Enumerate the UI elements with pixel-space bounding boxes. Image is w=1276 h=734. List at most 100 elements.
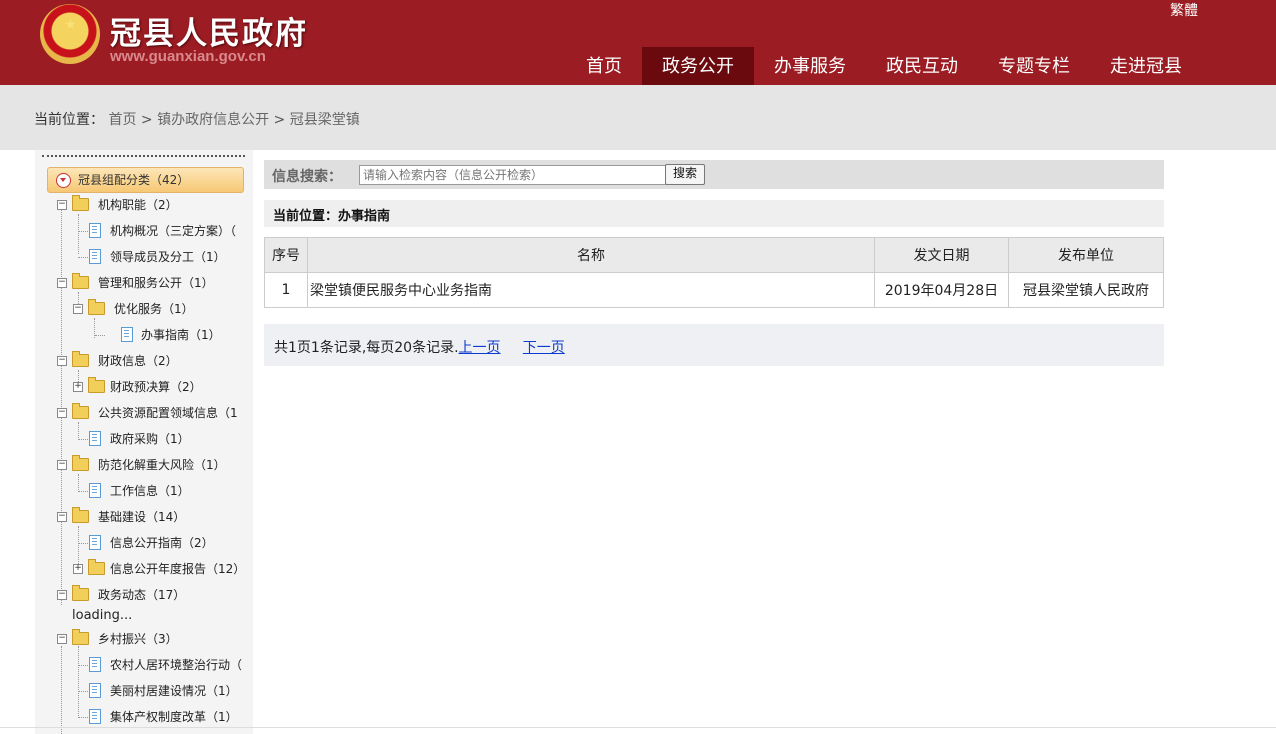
breadcrumb-town-info[interactable]: 镇办政府信息公开 [157, 112, 269, 128]
tree-node-label: 政务动态（17） [98, 588, 186, 602]
sidebar-divider [42, 155, 245, 157]
document-icon [89, 249, 101, 264]
next-page-link[interactable]: 下一页 [523, 340, 565, 356]
tree-line [78, 717, 88, 718]
nav-interaction[interactable]: 政民互动 [866, 47, 978, 85]
tree-line [95, 335, 105, 336]
nav-topics[interactable]: 专题专栏 [978, 47, 1090, 85]
document-icon [121, 327, 133, 342]
tree-node-risk-prevention[interactable]: − 防范化解重大风险（1） [57, 455, 247, 474]
cell-publisher: 冠县梁堂镇人民政府 [1008, 272, 1164, 308]
tree-node-infrastructure[interactable]: − 基础建设（14） [57, 507, 247, 526]
breadcrumb-home[interactable]: 首页 [108, 112, 136, 128]
cell-index: 1 [264, 272, 308, 308]
expand-toggle-icon[interactable]: + [73, 382, 83, 392]
tree-line [78, 691, 88, 692]
collapse-icon[interactable] [56, 173, 71, 188]
col-header-name: 名称 [307, 237, 875, 273]
expand-toggle-icon[interactable]: + [73, 564, 83, 574]
breadcrumb-bar: 当前位置： 首页 > 镇办政府信息公开 > 冠县梁堂镇 [0, 85, 1276, 150]
pagination: 共1页1条记录,每页20条记录.上一页 下一页 [264, 324, 1164, 366]
nav-services[interactable]: 办事服务 [754, 47, 866, 85]
tree-root-label: 冠县组配分类（42） [78, 173, 190, 187]
folder-icon [72, 195, 89, 211]
tree-node-service-guide[interactable]: 办事指南（1） [95, 326, 249, 344]
prev-page-link[interactable]: 上一页 [459, 340, 501, 356]
tree-line [78, 491, 88, 492]
collapse-toggle-icon[interactable]: − [57, 590, 67, 600]
main-nav: 首页 政务公开 办事服务 政民互动 专题专栏 走进冠县 [566, 47, 1202, 85]
loading-text: loading... [72, 608, 133, 623]
folder-icon [88, 559, 105, 575]
tree-node-public-resources[interactable]: − 公共资源配置领域信息（1 [57, 403, 247, 422]
folder-icon [88, 377, 105, 393]
site-header: ★ 冠县人民政府 www.guanxian.gov.cn 繁體 首页 政务公开 … [0, 0, 1276, 85]
tree-node-annual-report[interactable]: + 信息公开年度报告（12） [73, 559, 248, 578]
tree-line [78, 543, 88, 544]
national-emblem-icon: ★ [40, 4, 100, 64]
tree-node-label: 防范化解重大风险（1） [98, 458, 226, 472]
pagination-text: 共1页1条记录,每页20条记录.上一页 下一页 [274, 337, 565, 357]
tree-node-rural-revitalization[interactable]: − 乡村振兴（3） [57, 629, 247, 648]
tree-node-beautiful-village[interactable]: 美丽村居建设情况（1） [78, 682, 248, 700]
tree-node-label: 农村人居环境整治行动（ [110, 658, 243, 672]
search-button[interactable]: 搜索 [665, 164, 705, 185]
col-header-date: 发文日期 [874, 237, 1009, 273]
folder-icon [72, 351, 89, 367]
collapse-toggle-icon[interactable]: − [57, 408, 67, 418]
tree-node-org-function[interactable]: − 机构职能（2） [57, 195, 247, 214]
document-table: 序号 名称 发文日期 发布单位 1 梁堂镇便民服务中心业务指南 2019年04月… [264, 237, 1164, 308]
tree-node-label: 政府采购（1） [110, 432, 190, 446]
nav-about[interactable]: 走进冠县 [1090, 47, 1202, 85]
collapse-toggle-icon[interactable]: − [73, 304, 83, 314]
breadcrumb-sep: > [140, 112, 153, 128]
tree-node-label: 优化服务（1） [114, 302, 194, 316]
document-icon [89, 683, 101, 698]
collapse-toggle-icon[interactable]: − [57, 356, 67, 366]
tree-node-label: 信息公开指南（2） [110, 536, 214, 550]
tree-node-label: 财政预决算（2） [110, 380, 202, 394]
breadcrumb-liangtang[interactable]: 冠县梁堂镇 [290, 112, 360, 128]
tree-node-management-services[interactable]: − 管理和服务公开（1） [57, 273, 247, 292]
tree-node-news[interactable]: − 政务动态（17） [57, 585, 247, 604]
traditional-chinese-link[interactable]: 繁體 [1170, 0, 1198, 20]
nav-home[interactable]: 首页 [566, 47, 642, 85]
tree-line [61, 646, 62, 734]
collapse-toggle-icon[interactable]: − [57, 278, 67, 288]
tree-node-disclosure-guide[interactable]: 信息公开指南（2） [78, 534, 248, 552]
tree-node-procurement[interactable]: 政府采购（1） [78, 430, 248, 448]
tree-node-rural-environment[interactable]: 农村人居环境整治行动（ [78, 656, 248, 674]
tree-node-label: 机构职能（2） [98, 198, 178, 212]
tree-node-finance[interactable]: − 财政信息（2） [57, 351, 247, 370]
tree-node-budget[interactable]: + 财政预决算（2） [73, 377, 248, 396]
tree-node-label: 领导成员及分工（1） [110, 250, 226, 264]
tree-node-leaders[interactable]: 领导成员及分工（1） [78, 248, 248, 266]
tree-node-optimize-services[interactable]: − 优化服务（1） [73, 299, 248, 318]
collapse-toggle-icon[interactable]: − [57, 200, 67, 210]
tree-node-label: 工作信息（1） [110, 484, 190, 498]
tree-node-label: 机构概况（三定方案）（ [110, 224, 237, 238]
collapse-toggle-icon[interactable]: − [57, 460, 67, 470]
folder-icon [72, 507, 89, 523]
nav-government-affairs[interactable]: 政务公开 [642, 47, 754, 85]
pagination-summary: 共1页1条记录,每页20条记录. [274, 340, 459, 356]
table-row: 1 梁堂镇便民服务中心业务指南 2019年04月28日 冠县梁堂镇人民政府 [264, 272, 1164, 308]
tree-root[interactable]: 冠县组配分类（42） [47, 167, 244, 193]
tree-node-org-overview[interactable]: 机构概况（三定方案）（ [78, 222, 248, 240]
collapse-toggle-icon[interactable]: − [57, 512, 67, 522]
cell-name-link[interactable]: 梁堂镇便民服务中心业务指南 [307, 272, 875, 308]
tree-line [78, 231, 88, 232]
folder-icon [72, 403, 89, 419]
collapse-toggle-icon[interactable]: − [57, 634, 67, 644]
tree-node-collective-property[interactable]: 集体产权制度改革（1） [78, 708, 248, 726]
tree-node-label: 信息公开年度报告（12） [110, 562, 246, 576]
tree-node-work-info[interactable]: 工作信息（1） [78, 482, 248, 500]
search-input[interactable] [359, 165, 667, 185]
site-title[interactable]: 冠县人民政府 [110, 8, 308, 53]
tree-node-label: 集体产权制度改革（1） [110, 710, 238, 724]
cell-date: 2019年04月28日 [874, 272, 1009, 308]
document-icon [89, 223, 101, 238]
folder-icon [72, 629, 89, 645]
folder-icon [72, 273, 89, 289]
tree-line [78, 439, 88, 440]
